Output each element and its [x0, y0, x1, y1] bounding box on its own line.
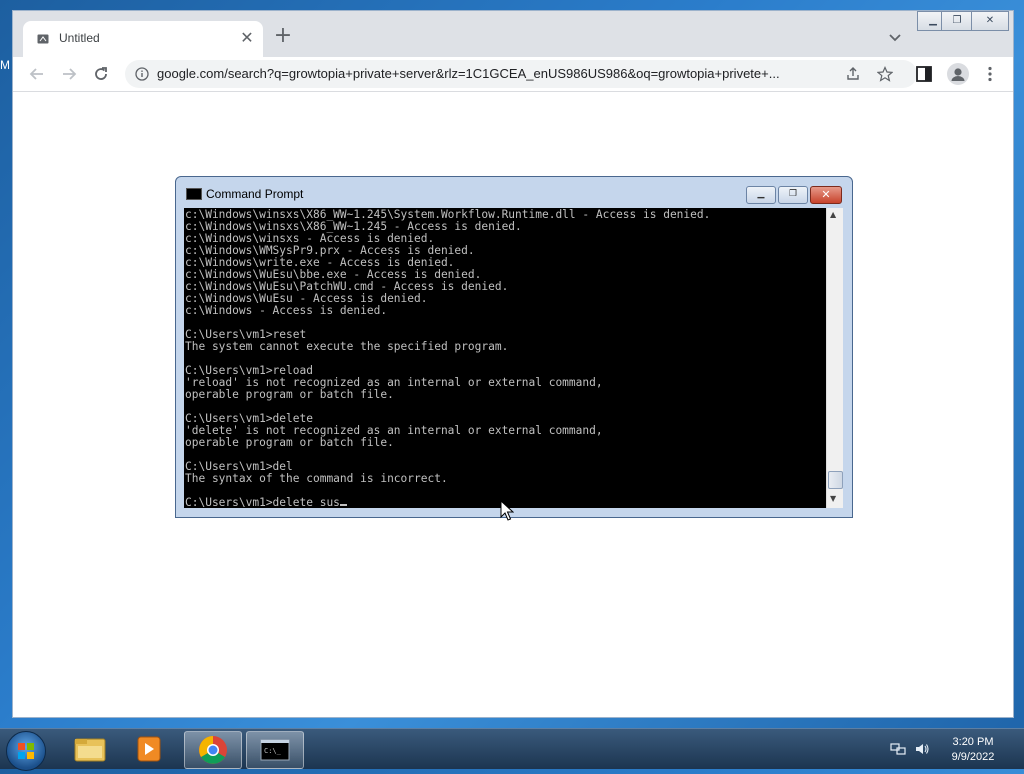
site-info-icon[interactable] — [135, 67, 149, 81]
taskbar-explorer[interactable] — [62, 731, 118, 767]
network-icon[interactable] — [890, 741, 906, 757]
clock-time: 3:20 PM — [952, 736, 994, 748]
menu-dots-icon[interactable] — [981, 65, 999, 83]
side-panel-icon[interactable] — [915, 65, 933, 83]
browser-toolbar: google.com/search?q=growtopia+private+se… — [13, 57, 1013, 92]
prompt-text: C:\Users\vm1>delete sus — [185, 496, 340, 509]
cmd-close-button[interactable]: ✕ — [810, 186, 842, 204]
cmd-icon: C:\_ — [260, 739, 290, 761]
tab-strip: Untitled ✕ + ▁ ❐ ✕ — [13, 11, 1013, 57]
tab-title: Untitled — [59, 31, 100, 45]
taskbar-chrome[interactable] — [184, 731, 242, 769]
console-output[interactable]: c:\Windows\winsxs\X86_WW~1.245\System.Wo… — [184, 208, 826, 508]
maximize-button[interactable]: ❐ — [941, 11, 973, 31]
folder-icon — [74, 738, 106, 762]
windows-logo-icon — [18, 743, 34, 759]
cmd-maximize-button[interactable]: ❐ — [778, 186, 808, 204]
close-tab-icon[interactable]: ✕ — [237, 28, 257, 48]
tab-search-icon[interactable] — [885, 27, 905, 47]
taskbar-cmd[interactable]: C:\_ — [246, 731, 304, 769]
taskbar-media-player[interactable] — [122, 731, 178, 767]
taskbar: C:\_ 3:20 PM 9/9/2022 — [0, 728, 1024, 771]
media-player-icon — [137, 736, 161, 762]
text-cursor — [339, 504, 347, 506]
cmd-title: Command Prompt — [206, 187, 304, 201]
svg-text:C:\_: C:\_ — [264, 747, 282, 755]
start-button[interactable] — [6, 731, 46, 771]
profile-avatar[interactable] — [947, 63, 969, 85]
console-text: c:\Windows\winsxs\X86_WW~1.245\System.Wo… — [184, 208, 826, 509]
console-scrollbar[interactable]: ▲ ▼ — [826, 208, 843, 508]
person-icon — [951, 68, 965, 81]
forward-icon[interactable] — [59, 64, 79, 84]
page-icon — [37, 34, 49, 44]
cmd-minimize-button[interactable]: ▁ — [746, 186, 776, 204]
command-prompt-window[interactable]: Command Prompt ▁ ❐ ✕ c:\Windows\winsxs\X… — [175, 176, 853, 518]
cmd-titlebar[interactable]: Command Prompt ▁ ❐ ✕ — [176, 177, 852, 205]
back-icon[interactable] — [27, 64, 47, 84]
reload-icon[interactable] — [91, 64, 111, 84]
console-line: The syntax of the command is incorrect. — [185, 472, 448, 485]
close-window-button[interactable]: ✕ — [971, 11, 1009, 31]
scroll-down-icon[interactable]: ▼ — [830, 494, 836, 503]
new-tab-button[interactable]: + — [271, 25, 295, 49]
console-line: The system cannot execute the specified … — [185, 340, 509, 353]
console-line: c:\Windows - Access is denied. — [185, 304, 388, 317]
console-line: operable program or batch file. — [185, 436, 394, 449]
cmd-app-icon — [186, 188, 202, 200]
scroll-thumb[interactable] — [828, 471, 843, 489]
mouse-cursor-icon — [500, 500, 514, 521]
system-clock[interactable]: 3:20 PM 9/9/2022 — [938, 735, 1008, 765]
address-url: google.com/search?q=growtopia+private+se… — [157, 66, 780, 81]
chrome-icon — [199, 736, 227, 764]
clock-date: 9/9/2022 — [951, 751, 995, 763]
share-icon[interactable] — [845, 66, 861, 82]
volume-icon[interactable] — [914, 741, 930, 757]
desktop-edge-text: M — [0, 58, 10, 72]
scroll-up-icon[interactable]: ▲ — [830, 210, 836, 219]
browser-tab[interactable]: Untitled ✕ — [23, 21, 263, 57]
console-line: operable program or batch file. — [185, 388, 394, 401]
bookmark-star-icon[interactable] — [877, 66, 893, 82]
address-bar[interactable]: google.com/search?q=growtopia+private+se… — [125, 60, 917, 88]
